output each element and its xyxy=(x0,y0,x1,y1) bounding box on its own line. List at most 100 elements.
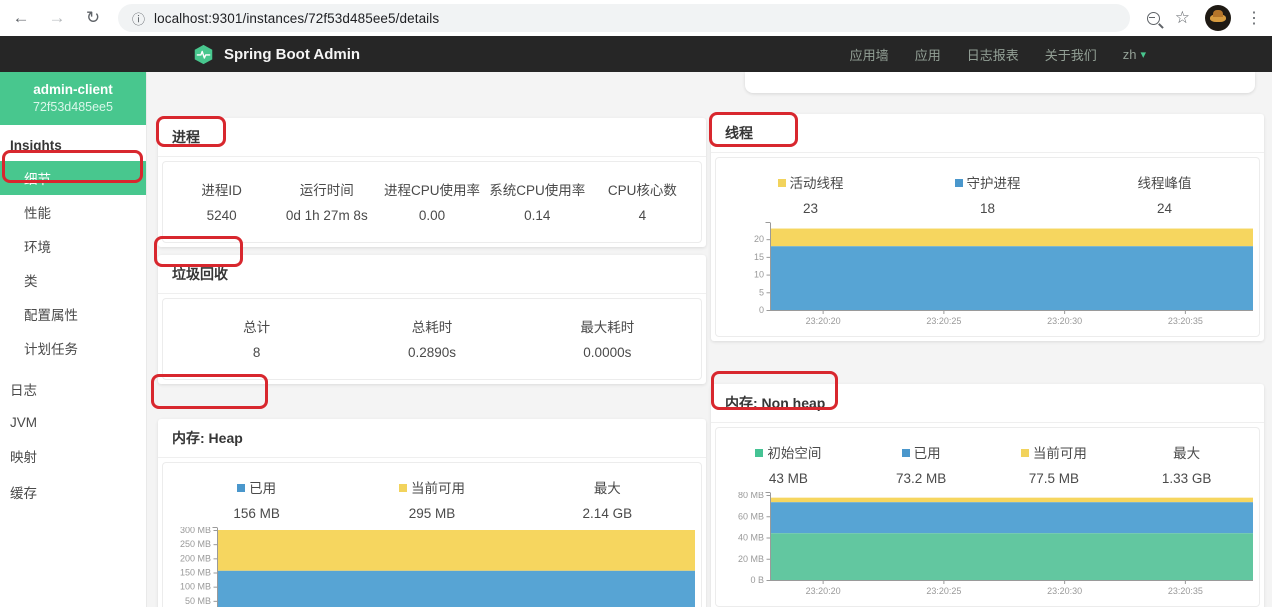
svg-text:60 MB: 60 MB xyxy=(738,511,764,521)
svg-text:250 MB: 250 MB xyxy=(180,539,211,549)
stat-gc-count: 总计 8 xyxy=(243,320,271,360)
language-selector[interactable]: zh ▾ xyxy=(1123,47,1146,62)
stat-cpu-cores: CPU核心数 4 xyxy=(607,183,677,223)
memory-nonheap-chart: 0 B 20 MB 40 MB 60 MB 80 MB 23:20:20 23:20:25 2… xyxy=(722,490,1253,598)
legend-swatch-blue xyxy=(954,179,963,187)
nav-item-wallboard[interactable]: 应用墙 xyxy=(850,45,889,64)
legend-nonheap-max: 最大 1.33 GB xyxy=(1161,446,1212,486)
sidebar-item-classes[interactable]: 类 xyxy=(0,263,146,297)
svg-text:15: 15 xyxy=(754,252,764,262)
stat-process-cpu: 进程CPU使用率 0.00 xyxy=(384,183,481,223)
memory-heap-panel: 内存: Heap 已用 156 MB 当前可用 295 MB 最大 2.14 G… xyxy=(158,419,706,607)
legend-swatch-blue xyxy=(237,484,246,492)
instance-name: admin-client xyxy=(33,82,113,97)
sidebar-item-logs[interactable]: 日志 xyxy=(0,371,146,407)
svg-text:10: 10 xyxy=(754,270,764,280)
threads-chart: 0 5 10 15 20 23:20:20 23:20:25 23:20:30 23:20:35 xyxy=(722,222,1253,328)
sidebar-item-mappings[interactable]: 映射 xyxy=(0,438,146,474)
svg-text:23:20:25: 23:20:25 xyxy=(926,586,961,596)
svg-text:50 MB: 50 MB xyxy=(185,596,211,606)
svg-text:23:20:20: 23:20:20 xyxy=(806,316,841,326)
legend-threads-live: 活动线程 23 xyxy=(722,172,899,216)
legend-swatch-yellow xyxy=(777,179,786,187)
svg-text:20 MB: 20 MB xyxy=(738,554,764,564)
svg-text:0 B: 0 B xyxy=(750,575,764,585)
gc-panel: 垃圾回收 总计 8 总耗时 0.2890s 最大耗时 0.0000s xyxy=(158,255,706,384)
url-bar[interactable]: ⓘ localhost:9301/instances/72f53d485ee5/… xyxy=(118,4,1130,32)
main-content: 进程 进程ID 5240 运行时间 0d 1h 27m 8s 进程CPU使用率 xyxy=(147,72,1272,607)
threads-panel: 线程 活动线程 23 守护进程 18 线程峰值 24 0 5 10 15 20 … xyxy=(711,114,1264,341)
zoom-out-icon[interactable] xyxy=(1146,11,1160,25)
reload-icon[interactable]: ↻ xyxy=(82,8,104,28)
page-info-icon[interactable]: ⓘ xyxy=(132,9,145,28)
chevron-down-icon: ▾ xyxy=(1140,48,1146,61)
url-text: localhost:9301/instances/72f53d485ee5/de… xyxy=(154,10,440,26)
instance-block[interactable]: admin-client 72f53d485ee5 xyxy=(0,72,146,125)
legend-threads-daemon: 守护进程 18 xyxy=(899,172,1076,216)
nav-item-journal[interactable]: 日志报表 xyxy=(967,45,1019,64)
memory-nonheap-panel-title: 内存: Non heap xyxy=(711,384,1264,423)
legend-heap-available: 当前可用 295 MB xyxy=(344,477,519,521)
browser-menu-icon[interactable]: ⋮ xyxy=(1246,8,1262,28)
gc-panel-title: 垃圾回收 xyxy=(158,255,706,294)
legend-threads-peak: 线程峰值 24 xyxy=(1137,176,1192,216)
svg-text:23:20:25: 23:20:25 xyxy=(926,316,961,326)
svg-text:5: 5 xyxy=(759,287,764,297)
sidebar-item-scheduled-tasks[interactable]: 计划任务 xyxy=(0,331,146,365)
legend-nonheap-used: 已用 73.2 MB xyxy=(895,446,947,486)
app-title: Spring Boot Admin xyxy=(224,45,361,63)
browser-chrome: ← → ↻ ⓘ localhost:9301/instances/72f53d4… xyxy=(0,0,1272,36)
svg-text:300 MB: 300 MB xyxy=(180,527,211,535)
svg-text:80 MB: 80 MB xyxy=(738,492,764,500)
process-panel-title: 进程 xyxy=(158,118,706,157)
top-nav: 应用墙 应用 日志报表 关于我们 zh ▾ xyxy=(850,45,1256,64)
instance-id: 72f53d485ee5 xyxy=(33,100,113,114)
svg-text:0: 0 xyxy=(759,305,764,315)
sidebar-item-environment[interactable]: 环境 xyxy=(0,229,146,263)
svg-text:23:20:30: 23:20:30 xyxy=(1047,316,1082,326)
memory-nonheap-panel: 内存: Non heap 初始空间 43 MB 已用 73.2 MB 当前可用 xyxy=(711,384,1264,607)
threads-panel-title: 线程 xyxy=(711,114,1264,153)
svg-text:20: 20 xyxy=(754,234,764,244)
sidebar-item-jvm[interactable]: JVM xyxy=(0,407,146,438)
svg-text:23:20:30: 23:20:30 xyxy=(1047,586,1082,596)
scrolled-card-remnant xyxy=(745,72,1255,93)
forward-icon[interactable]: → xyxy=(46,8,68,28)
stat-pid: 进程ID 5240 xyxy=(201,183,242,223)
legend-swatch-green xyxy=(755,449,764,457)
svg-text:23:20:35: 23:20:35 xyxy=(1168,586,1203,596)
svg-text:23:20:20: 23:20:20 xyxy=(806,586,841,596)
spring-boot-admin-logo-icon xyxy=(194,44,213,64)
sidebar-item-metrics[interactable]: 性能 xyxy=(0,195,146,229)
legend-heap-max: 最大 2.14 GB xyxy=(582,481,633,521)
svg-text:150 MB: 150 MB xyxy=(180,568,211,578)
memory-heap-chart: 0 B50 MB100 MB150 MB200 MB250 MB300 MB23… xyxy=(169,525,695,607)
app-header: Spring Boot Admin 应用墙 应用 日志报表 关于我们 zh ▾ xyxy=(0,36,1272,72)
memory-heap-panel-title: 内存: Heap xyxy=(158,419,706,458)
legend-nonheap-initial: 初始空间 43 MB xyxy=(722,442,855,486)
legend-swatch-yellow xyxy=(1020,449,1029,457)
back-icon[interactable]: ← xyxy=(10,8,32,28)
legend-swatch-blue xyxy=(901,449,910,457)
svg-text:23:20:35: 23:20:35 xyxy=(1168,316,1203,326)
stat-system-cpu: 系统CPU使用率 0.14 xyxy=(489,183,586,223)
svg-text:100 MB: 100 MB xyxy=(180,582,211,592)
language-label: zh xyxy=(1122,46,1137,62)
sidebar-item-config-props[interactable]: 配置属性 xyxy=(0,297,146,331)
legend-heap-used: 已用 156 MB xyxy=(233,481,280,521)
sidebar: admin-client 72f53d485ee5 Insights 细节 性能… xyxy=(0,72,147,607)
svg-text:40 MB: 40 MB xyxy=(738,533,764,543)
sidebar-section-insights: Insights xyxy=(10,138,62,153)
stat-gc-max-time: 最大耗时 0.0000s xyxy=(580,320,635,360)
nav-item-applications[interactable]: 应用 xyxy=(915,45,941,64)
legend-nonheap-available: 当前可用 77.5 MB xyxy=(988,442,1121,486)
sidebar-item-caches[interactable]: 缓存 xyxy=(0,474,146,510)
process-panel: 进程 进程ID 5240 运行时间 0d 1h 27m 8s 进程CPU使用率 xyxy=(158,118,706,247)
stat-uptime: 运行时间 0d 1h 27m 8s xyxy=(285,183,368,223)
svg-text:200 MB: 200 MB xyxy=(180,553,211,563)
browser-profile-avatar[interactable] xyxy=(1205,5,1231,31)
legend-swatch-yellow xyxy=(398,484,407,492)
nav-item-about[interactable]: 关于我们 xyxy=(1045,45,1097,64)
bookmark-star-icon[interactable]: ☆ xyxy=(1175,8,1190,28)
sidebar-item-details[interactable]: 细节 xyxy=(0,161,146,195)
